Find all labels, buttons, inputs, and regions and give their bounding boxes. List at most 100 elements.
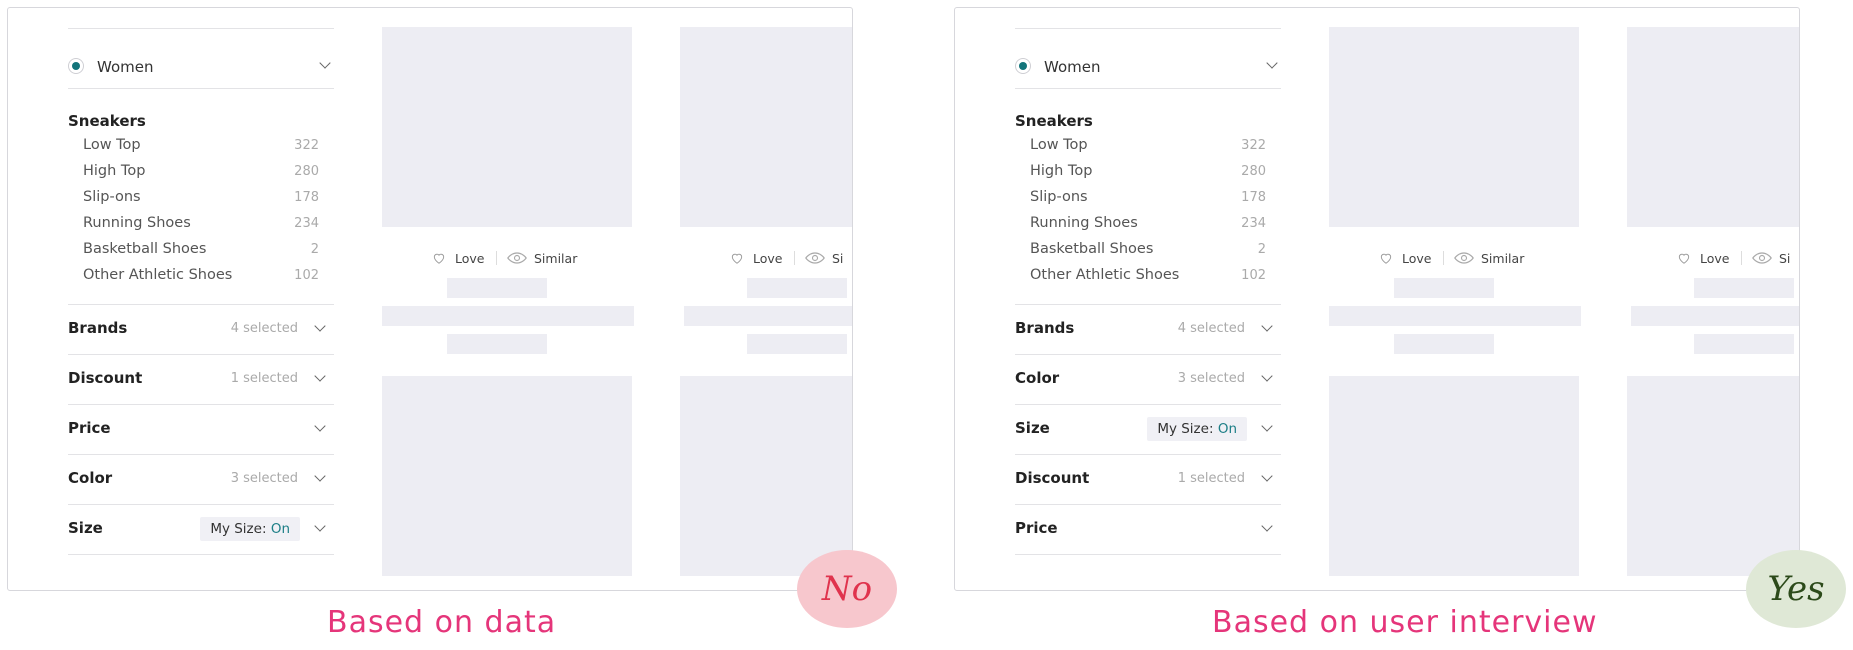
subcategory-count: 102 <box>1241 268 1266 283</box>
eye-icon[interactable] <box>1752 251 1772 265</box>
product-image-placeholder[interactable] <box>1329 376 1579 576</box>
eye-icon[interactable] <box>805 251 825 265</box>
facet-price[interactable]: Price <box>1015 505 1281 555</box>
facet-title: Size <box>1015 419 1050 437</box>
text-placeholder <box>747 278 847 298</box>
left-caption: Based on data <box>327 605 557 640</box>
facet-brands[interactable]: Brands 4 selected <box>1015 305 1281 355</box>
chevron-down-icon[interactable] <box>1261 320 1273 332</box>
product-image-placeholder[interactable] <box>382 27 632 227</box>
subcategory-item[interactable]: Other Athletic Shoes 102 <box>83 267 319 291</box>
product-image-placeholder[interactable] <box>680 27 852 227</box>
similar-button[interactable]: Similar <box>534 251 577 266</box>
radio-selected-icon[interactable] <box>68 58 84 74</box>
facet-title: Brands <box>68 319 128 337</box>
similar-button[interactable]: Si <box>1779 251 1790 266</box>
divider <box>68 554 334 555</box>
text-placeholder <box>1694 334 1794 354</box>
subcategory-name: Other Athletic Shoes <box>83 267 233 283</box>
subcategory-item[interactable]: Running Shoes 234 <box>1030 215 1266 239</box>
heart-icon[interactable] <box>1379 251 1393 265</box>
chevron-down-icon[interactable] <box>314 520 326 532</box>
chevron-down-icon[interactable] <box>314 420 326 432</box>
chevron-down-icon[interactable] <box>314 470 326 482</box>
chevron-down-icon[interactable] <box>1261 470 1273 482</box>
subcategory-count: 2 <box>1257 242 1266 257</box>
product-image-placeholder[interactable] <box>1627 27 1799 227</box>
subcategory-name: Running Shoes <box>83 215 191 231</box>
facet-title: Discount <box>1015 469 1090 487</box>
heart-icon[interactable] <box>1677 251 1691 265</box>
divider <box>1015 88 1281 89</box>
eye-icon[interactable] <box>507 251 527 265</box>
facet-price[interactable]: Price <box>68 405 334 455</box>
my-size-toggle[interactable]: My Size: On <box>200 517 300 541</box>
chevron-down-icon[interactable] <box>319 57 331 69</box>
subcategory-item[interactable]: Low Top 322 <box>83 137 319 161</box>
heart-icon[interactable] <box>432 251 446 265</box>
chevron-down-icon[interactable] <box>314 370 326 382</box>
facet-selected-count: 3 selected <box>1177 371 1245 386</box>
radio-selected-icon[interactable] <box>1015 58 1031 74</box>
subcategory-name: Low Top <box>1030 137 1088 153</box>
my-size-toggle[interactable]: My Size: On <box>1147 417 1247 441</box>
text-placeholder <box>747 334 847 354</box>
subcategory-name: Low Top <box>83 137 141 153</box>
chevron-down-icon[interactable] <box>1261 420 1273 432</box>
subcategory-item[interactable]: Slip-ons 178 <box>1030 189 1266 213</box>
divider <box>794 251 795 265</box>
chevron-down-icon[interactable] <box>1261 370 1273 382</box>
subcategory-count: 178 <box>294 190 319 205</box>
text-placeholder <box>684 306 852 326</box>
product-image-placeholder[interactable] <box>680 376 852 576</box>
facet-title: Price <box>1015 519 1058 537</box>
text-placeholder <box>1694 278 1794 298</box>
subcategory-item[interactable]: Basketball Shoes 2 <box>1030 241 1266 265</box>
subcategory-count: 178 <box>1241 190 1266 205</box>
subcategory-item[interactable]: High Top 280 <box>83 163 319 187</box>
my-size-value: On <box>270 521 290 537</box>
text-placeholder <box>447 334 547 354</box>
subcategory-item[interactable]: Slip-ons 178 <box>83 189 319 213</box>
chevron-down-icon[interactable] <box>1261 520 1273 532</box>
subcategory-count: 234 <box>294 216 319 231</box>
gender-selector[interactable]: Women <box>68 49 334 87</box>
gender-selector[interactable]: Women <box>1015 49 1281 87</box>
subcategory-item[interactable]: Low Top 322 <box>1030 137 1266 161</box>
facet-size[interactable]: Size My Size: On <box>1015 405 1281 455</box>
right-filter-panel: Women Sneakers Low Top 322 High Top 280 … <box>954 7 1800 591</box>
facet-size[interactable]: Size My Size: On <box>68 505 334 555</box>
similar-button[interactable]: Similar <box>1481 251 1524 266</box>
facet-discount[interactable]: Discount 1 selected <box>68 355 334 405</box>
divider <box>1015 554 1281 555</box>
facet-color[interactable]: Color 3 selected <box>1015 355 1281 405</box>
love-button[interactable]: Love <box>1700 251 1729 266</box>
chevron-down-icon[interactable] <box>1266 57 1278 69</box>
similar-button[interactable]: Si <box>832 251 843 266</box>
product-image-placeholder[interactable] <box>1329 27 1579 227</box>
facet-discount[interactable]: Discount 1 selected <box>1015 455 1281 505</box>
facet-title: Color <box>1015 369 1060 387</box>
category-title: Sneakers <box>1015 112 1093 130</box>
text-placeholder <box>1394 334 1494 354</box>
love-button[interactable]: Love <box>1402 251 1431 266</box>
subcategory-item[interactable]: Other Athletic Shoes 102 <box>1030 267 1266 291</box>
product-image-placeholder[interactable] <box>1627 376 1799 576</box>
subcategory-count: 322 <box>1241 138 1266 153</box>
subcategory-item[interactable]: Running Shoes 234 <box>83 215 319 239</box>
facet-brands[interactable]: Brands 4 selected <box>68 305 334 355</box>
subcategory-name: High Top <box>83 163 146 179</box>
heart-icon[interactable] <box>730 251 744 265</box>
love-button[interactable]: Love <box>455 251 484 266</box>
subcategory-count: 280 <box>1241 164 1266 179</box>
subcategory-item[interactable]: Basketball Shoes 2 <box>83 241 319 265</box>
eye-icon[interactable] <box>1454 251 1474 265</box>
product-image-placeholder[interactable] <box>382 376 632 576</box>
text-placeholder <box>1394 278 1494 298</box>
chevron-down-icon[interactable] <box>314 320 326 332</box>
love-button[interactable]: Love <box>753 251 782 266</box>
facet-color[interactable]: Color 3 selected <box>68 455 334 505</box>
subcategory-item[interactable]: High Top 280 <box>1030 163 1266 187</box>
product-actions: Love Similar <box>432 249 592 269</box>
product-actions: Love Si <box>730 249 852 269</box>
